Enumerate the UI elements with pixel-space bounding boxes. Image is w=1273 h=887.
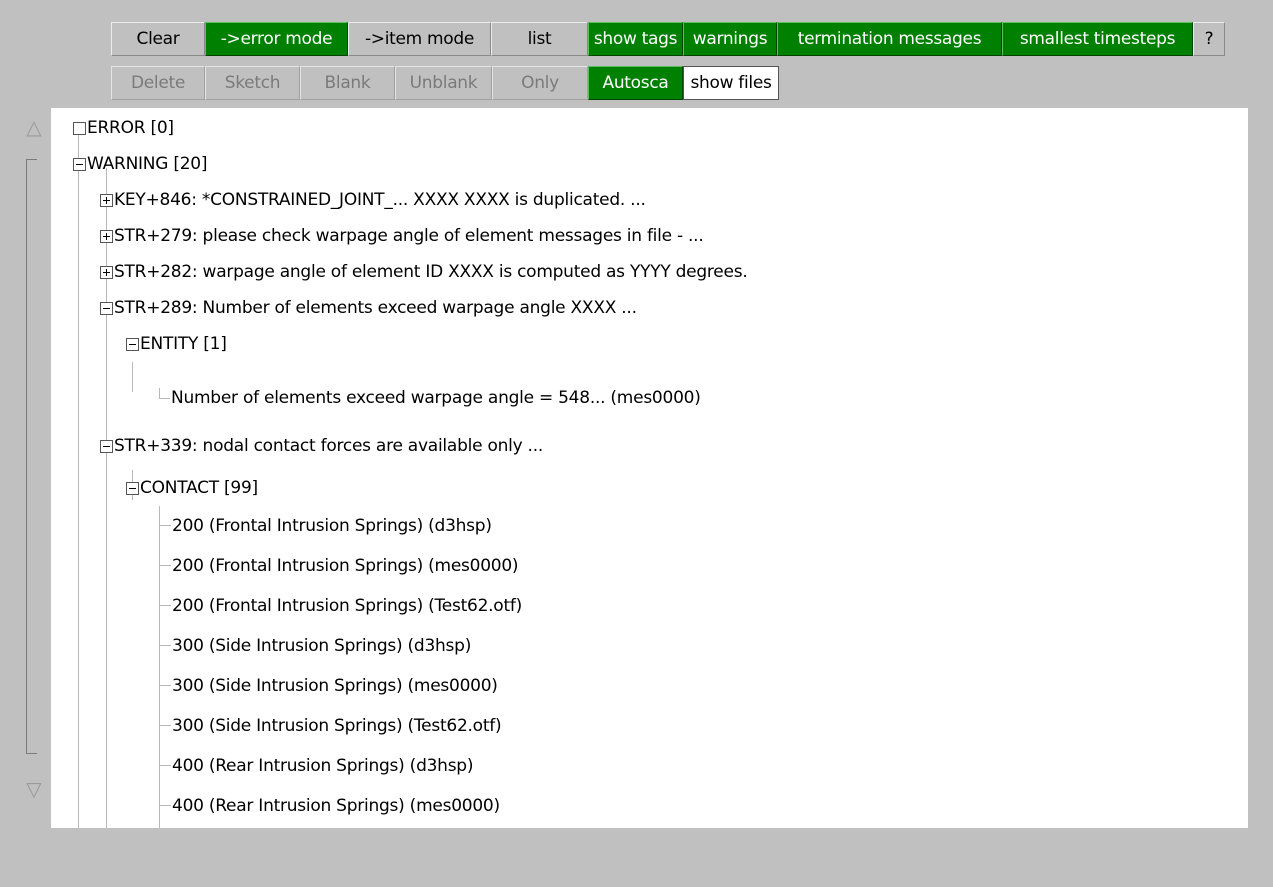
error-mode-button[interactable]: ->error mode [205,22,348,56]
collapse-minus-icon[interactable] [100,439,113,453]
tree-row-label: STR+289: Number of elements exceed warpa… [114,298,637,318]
sketch-button[interactable]: Sketch [205,66,300,100]
tree-row-label: 200 (Frontal Intrusion Springs) (mes0000… [172,556,519,576]
tree-leaf-contact-item[interactable]: 300 (Side Intrusion Springs) (mes0000) [172,668,498,704]
tree-leaf-connector [159,645,171,646]
tree-leaf-connector [159,388,170,399]
tree-row-entity[interactable]: ENTITY [1] [126,326,227,362]
collapse-minus-icon[interactable] [100,301,113,315]
tree-row-label: Number of elements exceed warpage angle … [171,388,701,408]
unblank-button[interactable]: Unblank [395,66,492,100]
tree-row-label: KEY+846: *CONSTRAINED_JOINT_... XXXX XXX… [114,190,646,210]
show-tags-button[interactable]: show tags [588,22,683,56]
tree-row-str-339[interactable]: STR+339: nodal contact forces are availa… [100,428,543,464]
tree-row-label: STR+282: warpage angle of element ID XXX… [114,262,748,282]
tree-row-label: 300 (Side Intrusion Springs) (d3hsp) [172,636,472,656]
expand-plus-icon[interactable] [100,265,113,279]
tree-leaf-entity-item[interactable]: Number of elements exceed warpage angle … [171,380,701,416]
tree-leaf-contact-item[interactable]: 200 (Frontal Intrusion Springs) (d3hsp) [172,508,492,544]
collapse-minus-icon[interactable] [126,337,139,351]
tree-leaf-connector [159,565,171,566]
tree-row-label: STR+339: nodal contact forces are availa… [114,436,544,456]
tree-row-warning[interactable]: WARNING [20] [73,146,208,182]
clear-button[interactable]: Clear [111,22,205,56]
tree-row-label: 300 (Side Intrusion Springs) (mes0000) [172,676,498,696]
tree-leaf-connector [159,605,171,606]
scrollbar-thumb[interactable] [26,159,37,754]
collapse-minus-icon[interactable] [73,157,86,171]
tree-leaf-connector [159,765,171,766]
collapse-minus-icon[interactable] [126,481,139,495]
show-files-button[interactable]: show files [683,66,779,100]
tree-leaf-connector [159,685,171,686]
tree-leaf-contact-item[interactable]: 300 (Side Intrusion Springs) (d3hsp) [172,628,471,664]
list-button[interactable]: list [491,22,588,56]
tree-row-label: ENTITY [1] [140,334,227,354]
help-button[interactable]: ? [1193,22,1225,56]
tree-leaf-contact-item[interactable]: 400 (Rear Intrusion Springs) (mes0000) [172,788,500,824]
tree-row-label: CONTACT [99] [140,478,258,498]
tree-row-str-279[interactable]: STR+279: please check warpage angle of e… [100,218,704,254]
tree-row-label: 400 (Rear Intrusion Springs) (d3hsp) [172,756,474,776]
tree-leaf-contact-item[interactable]: 400 (Rear Intrusion Springs) (d3hsp) [172,748,473,784]
tree-row-label: STR+279: please check warpage angle of e… [114,226,704,246]
blank-button[interactable]: Blank [300,66,395,100]
expand-plus-icon[interactable] [100,229,113,243]
triangle-up-outline-icon[interactable]: △ [22,112,46,142]
only-button[interactable]: Only [492,66,588,100]
tree-leaf-contact-item[interactable]: 200 (Frontal Intrusion Springs) (mes0000… [172,548,519,584]
triangle-down-outline-icon[interactable]: ▽ [22,774,46,804]
tree-row-label: 200 (Frontal Intrusion Springs) (d3hsp) [172,516,492,536]
tree-row-str-289[interactable]: STR+289: Number of elements exceed warpa… [100,290,637,326]
warnings-button[interactable]: warnings [683,22,777,56]
item-mode-button[interactable]: ->item mode [348,22,491,56]
tree-leaf-contact-item[interactable]: 200 (Frontal Intrusion Springs) (Test62.… [172,588,522,624]
tree-row-key-846[interactable]: KEY+846: *CONSTRAINED_JOINT_... XXXX XXX… [100,182,646,218]
tree-row-label: WARNING [20] [87,154,208,174]
tree-leaf-connector [159,805,171,806]
tree-row-str-282[interactable]: STR+282: warpage angle of element ID XXX… [100,254,748,290]
tree-row-label: 200 (Frontal Intrusion Springs) (Test62.… [172,596,522,616]
tree-leaf-connector [159,725,171,726]
delete-button[interactable]: Delete [111,66,205,100]
tree-leaf-connector [159,525,171,526]
message-tree: ERROR [0] WARNING [20] KEY+846: *CONSTRA… [51,108,1248,828]
termination-messages-button[interactable]: termination messages [777,22,1002,56]
tree-guide-line [159,506,160,828]
smallest-timesteps-button[interactable]: smallest timesteps [1002,22,1193,56]
tree-row-label: 300 (Side Intrusion Springs) (Test62.otf… [172,716,502,736]
vertical-scrollbar[interactable]: △ ▽ [22,112,46,824]
empty-box-icon[interactable] [73,121,86,135]
expand-plus-icon[interactable] [100,193,113,207]
autoscale-button[interactable]: Autosca [588,66,683,100]
tree-leaf-contact-item[interactable]: 300 (Side Intrusion Springs) (Test62.otf… [172,708,502,744]
tree-guide-line [132,362,133,392]
tree-row-contact[interactable]: CONTACT [99] [126,470,258,506]
tree-guide-line [78,131,79,828]
tree-row-label: 400 (Rear Intrusion Springs) (mes0000) [172,796,500,816]
tree-row-error[interactable]: ERROR [0] [73,110,174,146]
tree-row-label: ERROR [0] [87,118,174,138]
